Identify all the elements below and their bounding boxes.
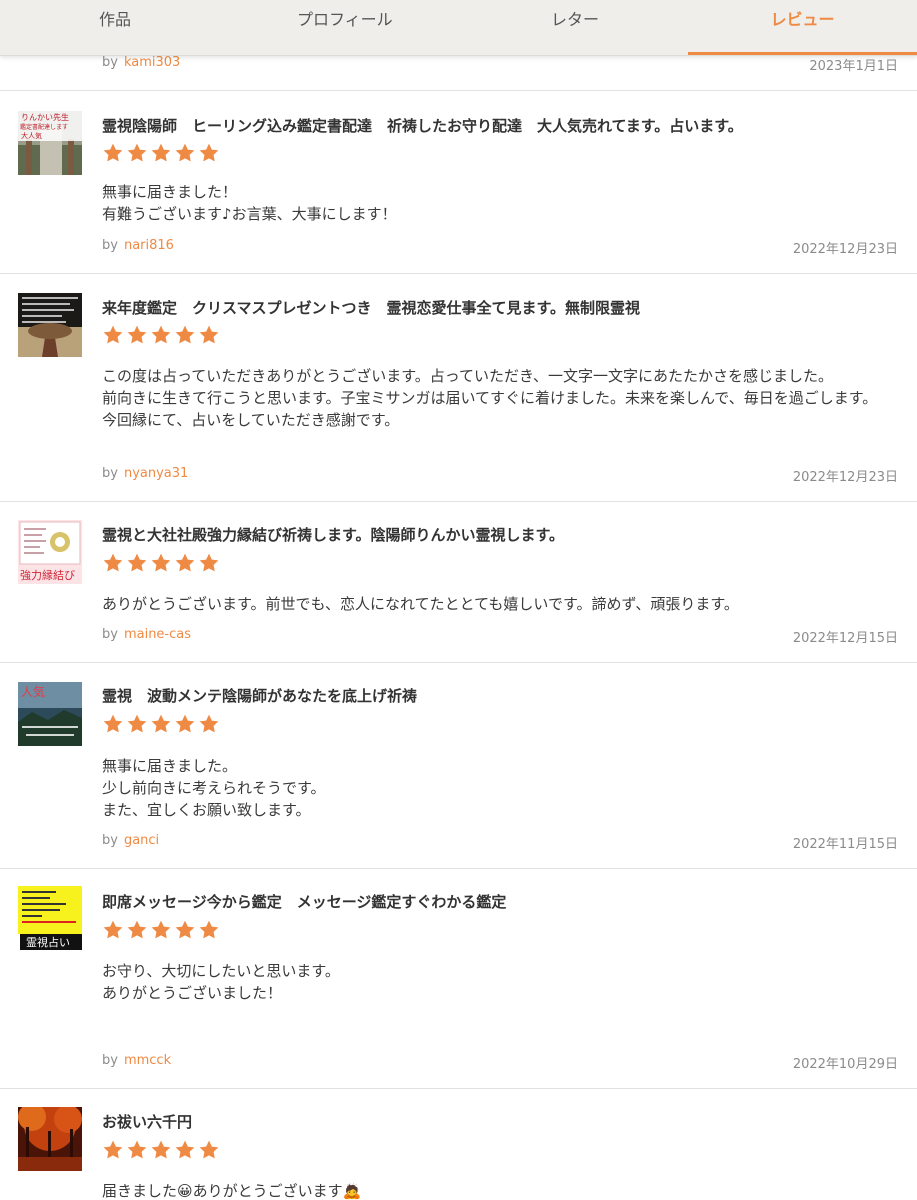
service-thumbnail[interactable]: [18, 293, 82, 357]
review-date: 2022年10月29日: [792, 1057, 898, 1072]
service-title-link[interactable]: 即席メッセージ今から鑑定 メッセージ鑑定すぐわかる鑑定: [102, 891, 506, 912]
divider: [0, 273, 917, 274]
tab-profile[interactable]: プロフィール: [297, 0, 393, 56]
reviewer-link[interactable]: kami303: [124, 55, 180, 70]
thumbnail-caption: 人気: [21, 684, 45, 699]
reviewer-link[interactable]: nari816: [124, 238, 174, 253]
star-rating: [102, 1139, 222, 1161]
review-text: この度は占っていただきありがとうございます。占っていただき、一文字一文字にあたた…: [102, 367, 878, 429]
by-label: by: [102, 833, 118, 848]
star-icon: [150, 1139, 172, 1161]
divider: [0, 1088, 917, 1089]
star-icon: [150, 324, 172, 346]
star-icon: [174, 919, 196, 941]
star-icon: [150, 142, 172, 164]
review-author: by ganci: [102, 833, 159, 848]
star-icon: [102, 142, 124, 164]
review-date: 2022年12月23日: [792, 242, 898, 257]
star-rating: [102, 142, 222, 164]
thumbnail-caption: 大人気: [21, 131, 42, 140]
divider: [0, 90, 917, 91]
thumbnail-caption: 霊視占い: [26, 935, 70, 949]
review-text: 届きました😀ありがとうございます🙇: [102, 1182, 362, 1200]
star-icon: [198, 713, 220, 735]
star-icon: [126, 919, 148, 941]
star-icon: [126, 1139, 148, 1161]
thumbnail-caption: 強力縁結び: [20, 568, 75, 582]
star-icon: [174, 324, 196, 346]
reviewer-link[interactable]: nyanya31: [124, 466, 188, 481]
review-author: by mmcck: [102, 1053, 171, 1068]
tab-letter[interactable]: レター: [551, 0, 599, 56]
service-title-link[interactable]: 霊視と大社社殿強力縁結び祈祷します。陰陽師りんかい霊視します。: [102, 524, 564, 545]
thumbnail-caption: りんかい先生: [21, 112, 69, 122]
thumbnail-caption: 鑑定書配達します: [20, 123, 68, 131]
star-icon: [198, 552, 220, 574]
service-title-link[interactable]: お祓い六千円: [102, 1111, 192, 1132]
star-icon: [126, 324, 148, 346]
review-date: 2022年12月15日: [792, 631, 898, 646]
star-icon: [102, 324, 124, 346]
star-icon: [102, 919, 124, 941]
star-icon: [150, 713, 172, 735]
star-icon: [126, 552, 148, 574]
service-thumbnail[interactable]: 強力縁結び: [18, 520, 82, 584]
by-label: by: [102, 466, 118, 481]
review-date: 2022年12月23日: [792, 470, 898, 485]
review-author: by nari816: [102, 238, 174, 253]
review-text: お守り、大切にしたいと思います。 ありがとうございました！: [102, 962, 340, 1002]
review-text: ありがとうございます。前世でも、恋人になれてたととても嬉しいです。諦めず、頑張り…: [102, 595, 739, 613]
review-author: by maine-cas: [102, 627, 191, 642]
star-icon: [150, 552, 172, 574]
by-label: by: [102, 1053, 118, 1068]
star-icon: [150, 919, 172, 941]
active-tab-indicator: [688, 52, 917, 55]
review-date: 2022年11月15日: [792, 837, 898, 852]
review-date: 2023年1月1日: [809, 59, 898, 74]
star-icon: [102, 552, 124, 574]
star-icon: [126, 713, 148, 735]
by-label: by: [102, 55, 118, 70]
reviewer-link[interactable]: mmcck: [124, 1053, 171, 1068]
star-icon: [126, 142, 148, 164]
star-rating: [102, 713, 222, 735]
star-icon: [198, 142, 220, 164]
star-icon: [174, 1139, 196, 1161]
star-rating: [102, 919, 222, 941]
by-label: by: [102, 238, 118, 253]
service-title-link[interactable]: 来年度鑑定 クリスマスプレゼントつき 霊視恋愛仕事全て見ます。無制限霊視: [102, 297, 640, 318]
reviewer-link[interactable]: maine-cas: [124, 627, 191, 642]
service-title-link[interactable]: 霊視陰陽師 ヒーリング込み鑑定書配達 祈祷したお守り配達 大人気売れてます。占い…: [102, 115, 743, 136]
service-thumbnail[interactable]: [18, 1107, 82, 1171]
service-thumbnail[interactable]: 人気: [18, 682, 82, 746]
service-title-link[interactable]: 霊視 波動メンテ陰陽師があなたを底上げ祈祷: [102, 685, 417, 706]
by-label: by: [102, 627, 118, 642]
star-icon: [198, 324, 220, 346]
divider: [0, 501, 917, 502]
tab-bar: 作品 プロフィール レター レビュー: [0, 0, 917, 56]
service-thumbnail[interactable]: 霊視占い: [18, 886, 82, 950]
star-icon: [198, 1139, 220, 1161]
star-icon: [174, 552, 196, 574]
reviewer-link[interactable]: ganci: [124, 833, 159, 848]
review-text: 無事に届きました！ 有難うございます♪お言葉、大事にします！: [102, 183, 397, 223]
star-icon: [102, 1139, 124, 1161]
review-author: by nyanya31: [102, 466, 188, 481]
review-author: by kami303: [102, 55, 180, 70]
service-thumbnail[interactable]: りんかい先生 鑑定書配達します 大人気: [18, 111, 82, 175]
divider: [0, 662, 917, 663]
star-rating: [102, 552, 222, 574]
tab-reviews[interactable]: レビュー: [688, 0, 917, 56]
review-text: 無事に届きました。 少し前向きに考えられそうです。 また、宜しくお願い致します。: [102, 757, 326, 819]
star-icon: [174, 142, 196, 164]
star-icon: [174, 713, 196, 735]
divider: [0, 868, 917, 869]
star-icon: [102, 713, 124, 735]
tab-works[interactable]: 作品: [99, 0, 131, 56]
star-icon: [198, 919, 220, 941]
star-rating: [102, 324, 222, 346]
